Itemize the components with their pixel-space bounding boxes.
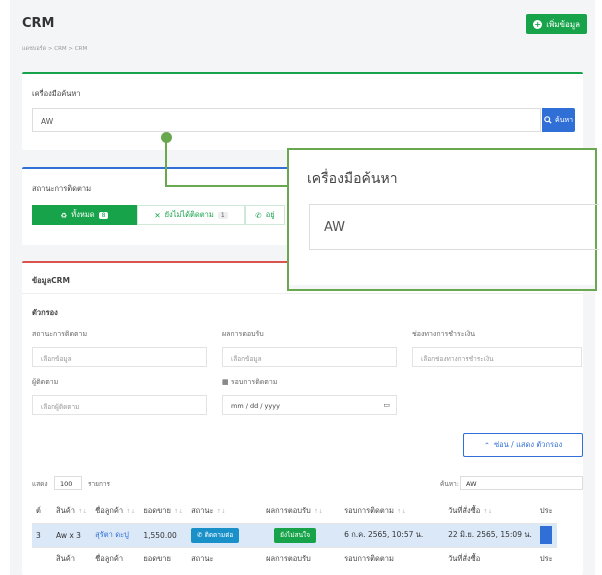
search-card-title: เครื่องมือค้นหา — [32, 89, 81, 98]
col-status[interactable]: สถานะ ↑↓ — [187, 499, 263, 524]
table-footer-row: สินค้า ชื่อลูกค้า ยอดขาย สถานะ ผลการตอบร… — [32, 546, 557, 571]
recycle-icon: ♻ — [60, 210, 68, 220]
search-icon — [544, 116, 552, 124]
row-response: ยังไม่สนใจ — [262, 523, 341, 547]
callout-connector-horizontal — [165, 185, 288, 187]
status-all-count: 8 — [98, 211, 109, 219]
search-card: เครื่องมือค้นหา AW ค้นหา — [22, 72, 583, 150]
show-entries-select[interactable]: 100 — [54, 476, 82, 490]
payment-badge — [539, 526, 552, 544]
follow-up-button[interactable]: ✆ ติดตามต่อ — [191, 527, 240, 543]
status-not-followed-button[interactable]: ✕ ยังไม่ได้ติดตาม 1 — [137, 205, 245, 225]
phone-icon: ✆ — [255, 210, 262, 220]
filter-round-date[interactable]: mm / dd / yyyy ▭ — [222, 395, 397, 415]
footer-round: รอบการติดตาม — [340, 546, 445, 571]
filter-round-label: ▦ รอบการติดตาม — [222, 377, 277, 388]
date-placeholder: mm / dd / yyyy — [231, 402, 280, 410]
col-sort[interactable]: ต์ — [32, 499, 52, 524]
data-card-title: ข้อมูลCRM — [32, 276, 70, 285]
page-title: CRM — [22, 16, 55, 31]
chevron-up-icon: ⌃ — [483, 440, 491, 450]
add-data-button[interactable]: + เพิ่มข้อมูล — [526, 14, 587, 34]
col-round[interactable]: รอบการติดตาม ↑↓ — [340, 499, 445, 524]
status-in-progress-button[interactable]: ✆ อยู่ — [245, 205, 285, 225]
col-order-date[interactable]: วันที่สั่งซื้อ ↑↓ — [444, 499, 536, 524]
filter-follower-label: ผู้ติดตาม — [32, 378, 59, 386]
customer-link-text[interactable]: สุรัตา ดะปู — [95, 530, 129, 539]
row-round: 6 ก.ค. 2565, 10:57 น. — [340, 523, 445, 547]
footer-product: สินค้า — [52, 546, 92, 571]
search-input[interactable]: AW — [32, 108, 541, 132]
footer-response: ผลการตอบรับ — [262, 546, 341, 571]
toggle-filter-label: ซ่อน / แสดง ตัวกรอง — [494, 440, 563, 449]
zoom-search-value: AW — [324, 220, 346, 235]
calendar-icon: ▦ — [222, 378, 229, 386]
table-header-row: ต์ สินค้า ↑↓ ชื่อลูกค้า ↑↓ ยอดขาย ↑↓ สถานะ ↑… — [32, 499, 557, 524]
footer-customer: ชื่อลูกค้า — [91, 546, 140, 571]
filter-response-select[interactable]: เลือกข้อมูล — [222, 347, 397, 367]
show-entries-label: แสดง — [32, 480, 48, 488]
breadcrumb: แดชบอร์ด > CRM > CRM — [22, 46, 88, 52]
phone-off-icon: ✕ — [154, 210, 161, 220]
toggle-filter-button[interactable]: ⌃ ซ่อน / แสดง ตัวกรอง — [463, 433, 583, 457]
status-in-progress-label: อยู่ — [265, 210, 275, 219]
zoom-title: เครื่องมือค้นหา — [307, 171, 398, 187]
status-not-followed-count: 1 — [217, 211, 228, 219]
status-all-button[interactable]: ♻ ทั้งหมด 8 — [32, 205, 137, 225]
show-entries-suffix: รายการ — [88, 480, 111, 488]
callout-connector-vertical — [165, 137, 167, 187]
col-sales[interactable]: ยอดขาย ↑↓ — [139, 499, 188, 524]
filter-status-select[interactable]: เลือกข้อมูล — [32, 347, 207, 367]
table-row[interactable]: 3 Aw x 3 สุรัตา ดะปู 1,550.00 ✆ ติดตามต่… — [32, 523, 557, 547]
filter-heading: ตัวกรอง — [32, 308, 58, 317]
calendar-picker-icon[interactable]: ▭ — [383, 401, 390, 409]
zoom-callout: เครื่องมือค้นหา AW — [287, 148, 599, 291]
col-customer[interactable]: ชื่อลูกค้า ↑↓ — [91, 499, 140, 524]
filter-payment-select[interactable]: เลือกช่องทางการชำระเงิน — [412, 347, 582, 367]
footer-order-date: วันที่สั่งซื้อ — [444, 546, 536, 571]
search-button-label: ค้นหา — [554, 115, 573, 124]
footer-status: สถานะ — [187, 546, 263, 571]
row-sales: 1,550.00 — [139, 523, 188, 547]
footer-payment: ประ — [535, 546, 557, 571]
crm-table: ต์ สินค้า ↑↓ ชื่อลูกค้า ↑↓ ยอดขาย ↑↓ สถานะ ↑… — [32, 499, 557, 571]
row-payment — [535, 523, 557, 547]
plus-icon: + — [533, 19, 543, 29]
filter-round-label-text: รอบการติดตาม — [230, 378, 278, 386]
row-number: 3 — [32, 523, 52, 547]
zoom-search-input: AW — [309, 204, 599, 250]
status-button-row: ♻ ทั้งหมด 8 ✕ ยังไม่ได้ติดตาม 1 ✆ อยู่ — [32, 205, 285, 225]
status-card-title: สถานะการติดตาม — [32, 184, 92, 193]
status-all-label: ทั้งหมด — [71, 210, 95, 219]
status-not-followed-label: ยังไม่ได้ติดตาม — [164, 210, 214, 219]
table-search-input[interactable]: AW — [460, 476, 583, 490]
filter-response-label: ผลการตอบรับ — [222, 330, 264, 338]
row-status: ✆ ติดตามต่อ — [187, 523, 263, 547]
crm-data-card: ข้อมูลCRM ตัวกรอง สถานะการติดตาม เลือกข้… — [22, 261, 583, 575]
row-order-date: 22 มิ.ย. 2565, 15:09 น. — [444, 523, 536, 547]
col-product[interactable]: สินค้า ↑↓ — [52, 499, 92, 524]
search-button[interactable]: ค้นหา — [542, 108, 575, 132]
filter-status-label: สถานะการติดตาม — [32, 330, 88, 338]
add-button-label: เพิ่มข้อมูล — [546, 19, 580, 29]
filter-follower-select[interactable]: เลือกผู้ติดตาม — [32, 395, 207, 415]
callout-dot — [161, 132, 172, 143]
row-customer-link[interactable]: สุรัตา ดะปู — [91, 523, 140, 547]
footer-sales: ยอดขาย — [139, 546, 188, 571]
row-product: Aw x 3 — [52, 523, 92, 547]
not-interested-button[interactable]: ยังไม่สนใจ — [274, 527, 317, 543]
col-payment[interactable]: ประ — [535, 499, 557, 524]
filter-payment-label: ช่องทางการชำระเงิน — [412, 330, 476, 338]
table-search-label: ค้นหา: — [440, 480, 459, 488]
col-response[interactable]: ผลการตอบรับ ↑↓ — [262, 499, 341, 524]
